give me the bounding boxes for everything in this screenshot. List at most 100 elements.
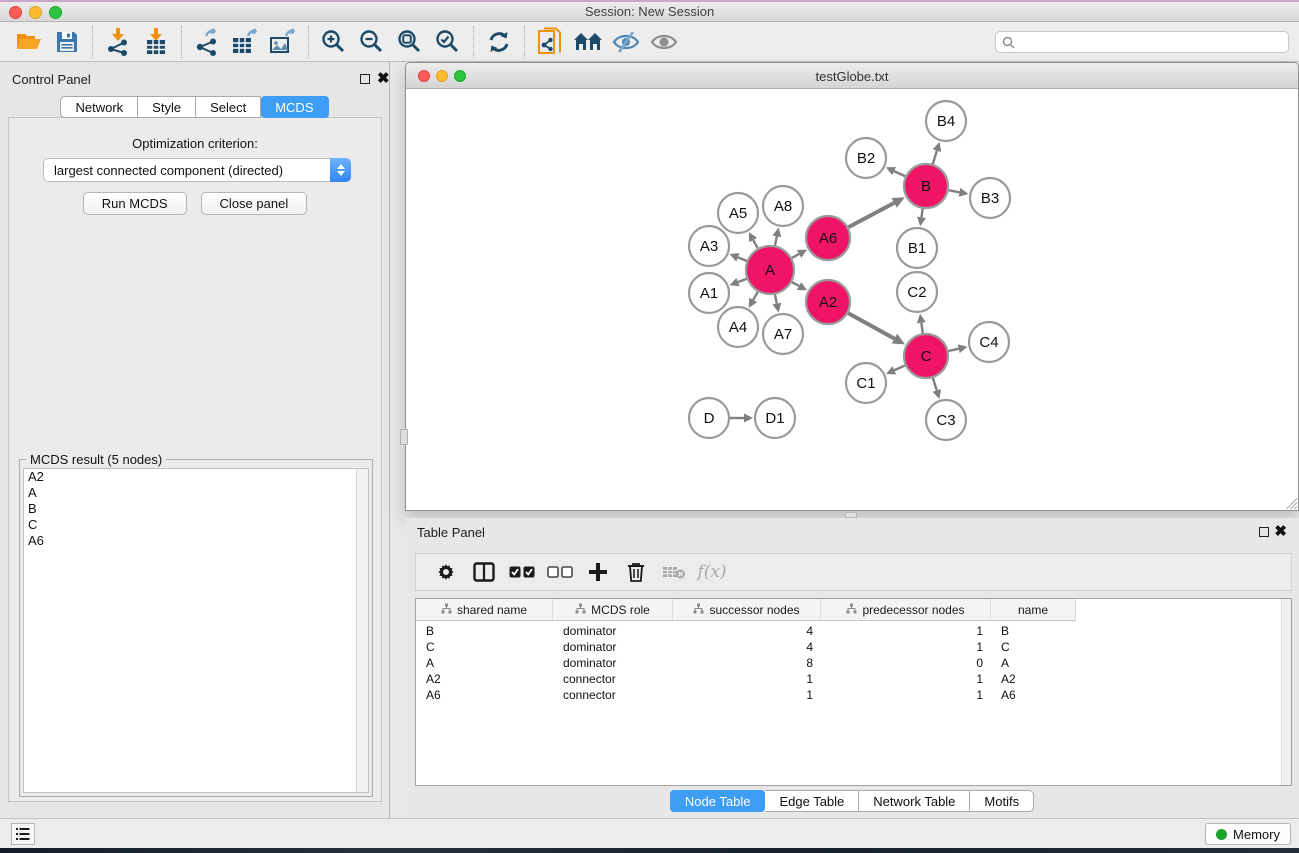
network-window-titlebar[interactable]: testGlobe.txt <box>406 63 1298 89</box>
toolbar-separator <box>524 26 525 58</box>
function-builder-icon[interactable]: f(x) <box>698 557 726 587</box>
task-history-button[interactable] <box>11 823 35 845</box>
show-eye-icon[interactable] <box>645 25 683 59</box>
tab-network[interactable]: Network <box>60 96 138 118</box>
tab-edge-table[interactable]: Edge Table <box>765 790 859 812</box>
export-table-icon[interactable] <box>226 25 264 59</box>
graph-edge-C-C3[interactable] <box>933 378 937 390</box>
close-table-panel-icon[interactable]: ✖ <box>1274 527 1287 537</box>
column-view-icon[interactable] <box>470 557 498 587</box>
table-cell: A <box>416 655 553 671</box>
delete-column-icon[interactable] <box>622 557 650 587</box>
delete-table-icon[interactable] <box>660 557 688 587</box>
tab-node-table[interactable]: Node Table <box>670 790 766 812</box>
mcds-result-item[interactable]: A6 <box>24 533 368 549</box>
graph-edge-A-A6[interactable] <box>792 254 799 258</box>
column-header-predecessor-nodes[interactable]: predecessor nodes <box>821 599 991 621</box>
graph-node-label: A8 <box>774 198 792 215</box>
criterion-select[interactable]: largest connected component (directed) <box>43 158 351 182</box>
control-panel-title: Control Panel <box>12 72 91 87</box>
table-row-B[interactable]: Bdominator41B <box>416 623 1281 639</box>
mcds-result-item[interactable]: C <box>24 517 368 533</box>
close-panel-icon[interactable]: ✖ <box>377 74 390 84</box>
graph-edge-C-C4[interactable] <box>948 349 958 351</box>
home-icon[interactable] <box>569 25 607 59</box>
graph-edge-A-A1[interactable] <box>738 279 747 282</box>
table-cell: 0 <box>821 655 991 671</box>
mcds-result-item[interactable]: B <box>24 501 368 517</box>
window-resize-grip[interactable] <box>1284 496 1297 509</box>
tab-select[interactable]: Select <box>196 96 261 118</box>
table-cell: A2 <box>416 671 553 687</box>
graph-edge-A-A3[interactable] <box>738 257 747 260</box>
table-row-C[interactable]: Cdominator41C <box>416 639 1281 655</box>
refresh-icon[interactable] <box>480 25 518 59</box>
column-header-MCDS-role[interactable]: MCDS role <box>553 599 673 621</box>
table-cell: dominator <box>553 655 673 671</box>
open-session-icon[interactable] <box>10 25 48 59</box>
graph-edge-C-C2[interactable] <box>921 323 922 334</box>
column-type-icon <box>693 603 704 617</box>
tab-motifs[interactable]: Motifs <box>970 790 1034 812</box>
mcds-result-item[interactable]: A <box>24 485 368 501</box>
graph-node-label: C <box>921 348 932 365</box>
select-stepper-icon <box>330 158 351 182</box>
close-panel-button[interactable]: Close panel <box>201 192 308 215</box>
hide-eye-icon[interactable] <box>607 25 645 59</box>
graph-edge-A2-C[interactable] <box>848 313 894 339</box>
column-type-icon <box>575 603 586 617</box>
graph-edge-arrowhead <box>744 414 753 423</box>
tab-style[interactable]: Style <box>138 96 196 118</box>
graph-edge-B-B2[interactable] <box>894 171 905 176</box>
graph-edge-A-A2[interactable] <box>792 282 799 286</box>
zoom-selected-icon[interactable] <box>429 25 467 59</box>
search-input[interactable] <box>995 31 1289 53</box>
float-table-panel-icon[interactable] <box>1259 527 1269 537</box>
mcds-result-box: MCDS result (5 nodes) A2ABCA6 <box>19 459 373 797</box>
column-header-shared-name[interactable]: shared name <box>416 599 553 621</box>
zoom-fit-icon[interactable] <box>391 25 429 59</box>
import-table-icon[interactable] <box>137 25 175 59</box>
table-cell: 1 <box>673 671 821 687</box>
export-network-icon[interactable] <box>188 25 226 59</box>
titlebar[interactable]: Session: New Session <box>0 0 1299 22</box>
save-session-icon[interactable] <box>48 25 86 59</box>
memory-button[interactable]: Memory <box>1205 823 1291 845</box>
control-panel: Control Panel ✖ NetworkStyleSelectMCDS O… <box>0 62 390 818</box>
float-panel-icon[interactable] <box>360 74 370 84</box>
graph-edge-A-A7[interactable] <box>775 294 777 303</box>
graph-edge-B-B1[interactable] <box>921 209 922 218</box>
run-mcds-button[interactable]: Run MCDS <box>83 192 187 215</box>
table-row-A2[interactable]: A2connector11A2 <box>416 671 1281 687</box>
network-file-icon[interactable] <box>531 25 569 59</box>
graph-edge-B-B4[interactable] <box>933 151 937 164</box>
table-row-A[interactable]: Adominator80A <box>416 655 1281 671</box>
column-header-successor-nodes[interactable]: successor nodes <box>673 599 821 621</box>
settings-gear-icon[interactable] <box>432 557 460 587</box>
table-cell: 1 <box>821 623 991 639</box>
result-scrollbar[interactable] <box>356 469 368 792</box>
graph-edge-A6-B[interactable] <box>848 203 894 227</box>
graph-edge-A-A8[interactable] <box>775 236 777 245</box>
zoom-out-icon[interactable] <box>353 25 391 59</box>
tab-mcds[interactable]: MCDS <box>261 96 328 118</box>
table-row-A6[interactable]: A6connector11A6 <box>416 687 1281 703</box>
graph-edge-C-C1[interactable] <box>894 365 905 370</box>
graph-edge-A-A5[interactable] <box>753 240 758 248</box>
select-all-checkboxes-icon[interactable] <box>508 557 536 587</box>
deselect-all-checkboxes-icon[interactable] <box>546 557 574 587</box>
zoom-in-icon[interactable] <box>315 25 353 59</box>
network-canvas[interactable]: B4B2BB3A8A5A6A3B1AC2A1A2A4A7C4CC1C3DD1 <box>406 89 1298 510</box>
mcds-result-item[interactable]: A2 <box>24 469 368 485</box>
table-scrollbar[interactable] <box>1281 599 1291 785</box>
tab-network-table[interactable]: Network Table <box>859 790 970 812</box>
graph-edge-A-A4[interactable] <box>753 292 758 300</box>
import-network-icon[interactable] <box>99 25 137 59</box>
graph-edge-B-B3[interactable] <box>949 190 960 192</box>
split-divider-handle-vertical[interactable] <box>400 429 408 445</box>
table-cell: B <box>416 623 553 639</box>
toolbar-separator <box>92 26 93 58</box>
add-column-icon[interactable] <box>584 557 612 587</box>
export-image-icon[interactable] <box>264 25 302 59</box>
column-header-name[interactable]: name <box>991 599 1076 621</box>
